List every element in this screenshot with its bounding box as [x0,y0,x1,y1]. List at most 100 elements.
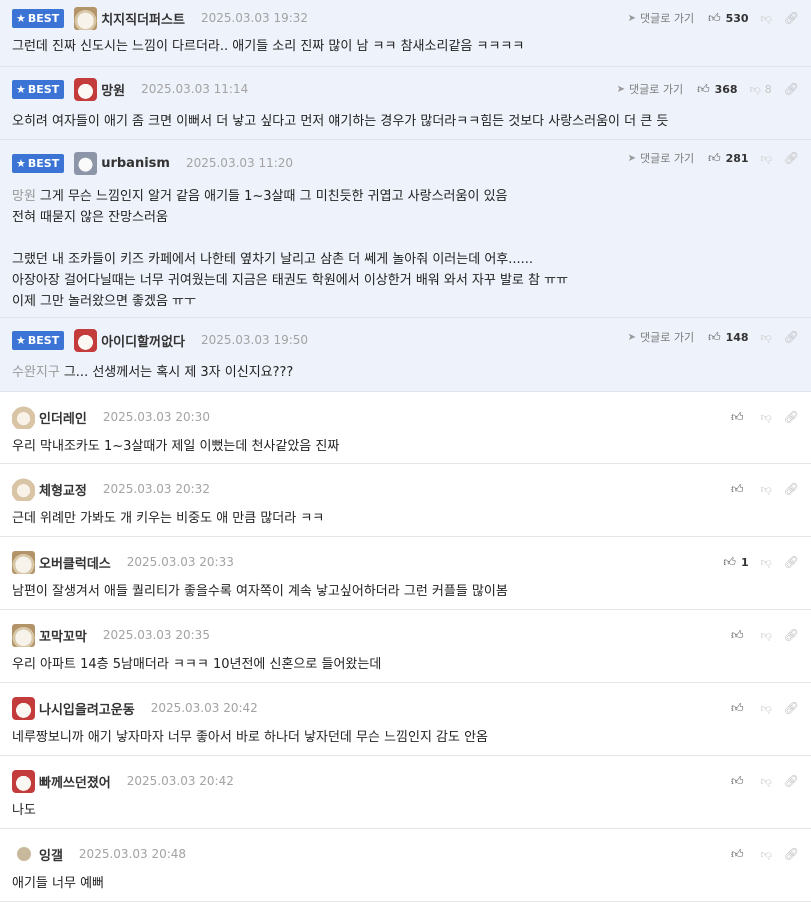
downvote-button[interactable]: 👎︎ 8 [750,83,772,96]
upvote-button[interactable]: 👍︎ 281 [708,151,749,166]
upvote-button[interactable]: 👍︎ 368 [697,82,738,97]
link-icon[interactable]: 🔗︎ [784,410,799,424]
upvote-button[interactable]: 👍︎ [731,482,749,497]
avatar[interactable] [12,477,35,501]
comment-text-line: 망원 그게 무슨 느낌인지 알거 같음 애기들 1~3살때 그 미친듯한 귀엽고 … [12,186,799,207]
comment-text-line: 그랬던 내 조카들이 키즈 카페에서 나한테 옆차기 날리고 삼촌 더 쎄게 놀… [12,252,534,267]
star-icon: ★ [16,156,26,170]
best-label: BEST [27,11,60,25]
send-arrow-icon: ➤ [627,331,636,343]
downvote-button[interactable]: 👎︎ [761,152,772,165]
reply-link[interactable]: ➤ 댓글로 가기 [628,329,695,345]
comment-date: 2025.03.03 20:35 [102,628,210,642]
avatar[interactable] [74,77,98,101]
upvote-button[interactable]: 👍︎ [731,410,749,425]
thumbs-up-icon: 👍︎ [697,81,710,96]
best-badge: ★ BEST [12,330,65,350]
comment-date: 2025.03.03 20:32 [102,482,210,496]
reply-label: 댓글로 가기 [628,83,684,96]
reply-label: 댓글로 가기 [639,12,695,25]
avatar[interactable] [12,623,35,647]
comment-date: 2025.03.03 20:33 [126,555,234,569]
default-avatar-icon [16,847,31,861]
downvote-button[interactable]: 👎︎ [761,775,772,788]
upvote-count: 1 [740,555,749,569]
reply-link[interactable]: ➤ 댓글로 가기 [617,81,684,97]
comment-date: 2025.03.03 20:42 [126,774,234,788]
downvote-button[interactable]: 👎︎ [761,556,772,569]
avatar[interactable] [12,769,35,793]
thumbs-down-icon: 👎︎ [760,628,772,642]
reply-link[interactable]: ➤ 댓글로 가기 [628,150,695,166]
thumbs-down-icon: 👎︎ [760,330,772,344]
comment-date: 2025.03.03 20:30 [102,410,210,424]
comment-text: 애기들 너무 예뻐 [12,876,104,891]
thumbs-up-icon: 👍︎ [723,554,736,569]
downvote-button[interactable]: 👎︎ [761,12,772,25]
comment-author[interactable]: 오버클럭데스 [39,553,111,572]
link-icon[interactable]: 🔗︎ [784,847,799,861]
upvote-button[interactable]: 👍︎ [731,701,749,716]
comment-author[interactable]: 치지직더퍼스트 [101,9,185,28]
link-icon[interactable]: 🔗︎ [784,330,799,344]
downvote-button[interactable]: 👎︎ [761,848,772,861]
upvote-button[interactable]: 👍︎ 530 [708,11,749,26]
avatar[interactable] [12,696,35,720]
comment-author[interactable]: 인더레인 [39,408,87,427]
star-icon: ★ [16,333,26,347]
upvote-button[interactable]: 👍︎ 1 [723,555,748,570]
thumbs-up-icon: 👍︎ [731,481,744,496]
downvote-button[interactable]: 👎︎ [761,411,772,424]
comment-item: ★ BEST 치지직더퍼스트 2025.03.03 19:32 ➤ 댓글로 가기 👍… [0,0,811,67]
comment-text: 오히려 여자들이 애기 좀 크면 이뻐서 더 낳고 싶다고 먼저 얘기하는 경우… [12,114,669,129]
comment-author[interactable]: 나시입을려고운동 [39,699,135,718]
thumbs-down-icon: 👎︎ [749,82,761,96]
comment-text: 우리 아파트 14층 5남매더라 ㅋㅋㅋ 10년전에 신혼으로 들어왔는데 [12,657,382,672]
link-icon[interactable]: 🔗︎ [784,151,799,165]
comment-date: 2025.03.03 11:14 [141,82,249,96]
comment-author[interactable]: 빠께쓰던졌어 [39,772,111,791]
link-icon[interactable]: 🔗︎ [784,555,799,569]
avatar[interactable] [74,6,98,30]
link-icon[interactable]: 🔗︎ [784,774,799,788]
comment-text-line [12,228,799,249]
best-label: BEST [27,333,60,347]
avatar[interactable] [12,843,35,866]
avatar[interactable] [74,328,98,352]
link-icon[interactable]: 🔗︎ [784,628,799,642]
avatar[interactable] [12,405,35,429]
comment-author[interactable]: 꼬막꼬막 [39,626,87,645]
comment-author[interactable]: urbanism [101,156,170,171]
link-icon[interactable]: 🔗︎ [784,82,799,96]
thumbs-down-icon: 👎︎ [760,555,772,569]
send-arrow-icon: ➤ [627,12,636,24]
reply-target[interactable]: 망원 [12,189,36,204]
upvote-button[interactable]: 👍︎ [731,774,749,789]
comment-author[interactable]: 잉갤 [39,845,63,864]
avatar[interactable] [12,550,35,574]
comment-author[interactable]: 망원 [101,80,125,99]
comment-author[interactable]: 체형교정 [39,480,87,499]
upvote-button[interactable]: 👍︎ [731,628,749,643]
upvote-button[interactable]: 👍︎ [731,847,749,862]
thumbs-up-icon: 👍︎ [731,627,744,642]
comment-text: 그런데 진짜 신도시는 느낌이 다르더라.. 애기들 소리 진짜 많이 남 ㅋㅋ… [12,39,525,54]
downvote-button[interactable]: 👎︎ [761,331,772,344]
downvote-button[interactable]: 👎︎ [761,483,772,496]
link-icon[interactable]: 🔗︎ [784,482,799,496]
upvote-count: 530 [725,11,749,25]
best-badge: ★ BEST [12,79,65,99]
thumbs-down-icon: 👎︎ [760,482,772,496]
downvote-button[interactable]: 👎︎ [761,629,772,642]
link-icon[interactable]: 🔗︎ [784,11,799,25]
reply-link[interactable]: ➤ 댓글로 가기 [628,10,695,26]
upvote-button[interactable]: 👍︎ 148 [708,330,749,345]
comment-date: 2025.03.03 11:20 [185,156,294,170]
link-icon[interactable]: 🔗︎ [784,701,799,715]
comment-text: 나도 [12,803,36,818]
comment-text: 그게 무슨 느낌인지 알거 같음 애기들 1~3살때 그 미친듯한 귀엽고 사랑… [39,189,508,204]
avatar[interactable] [74,151,98,175]
reply-target[interactable]: 수완지구 [12,365,60,380]
downvote-button[interactable]: 👎︎ [761,702,772,715]
comment-author[interactable]: 아이디할꺼없다 [101,331,185,350]
